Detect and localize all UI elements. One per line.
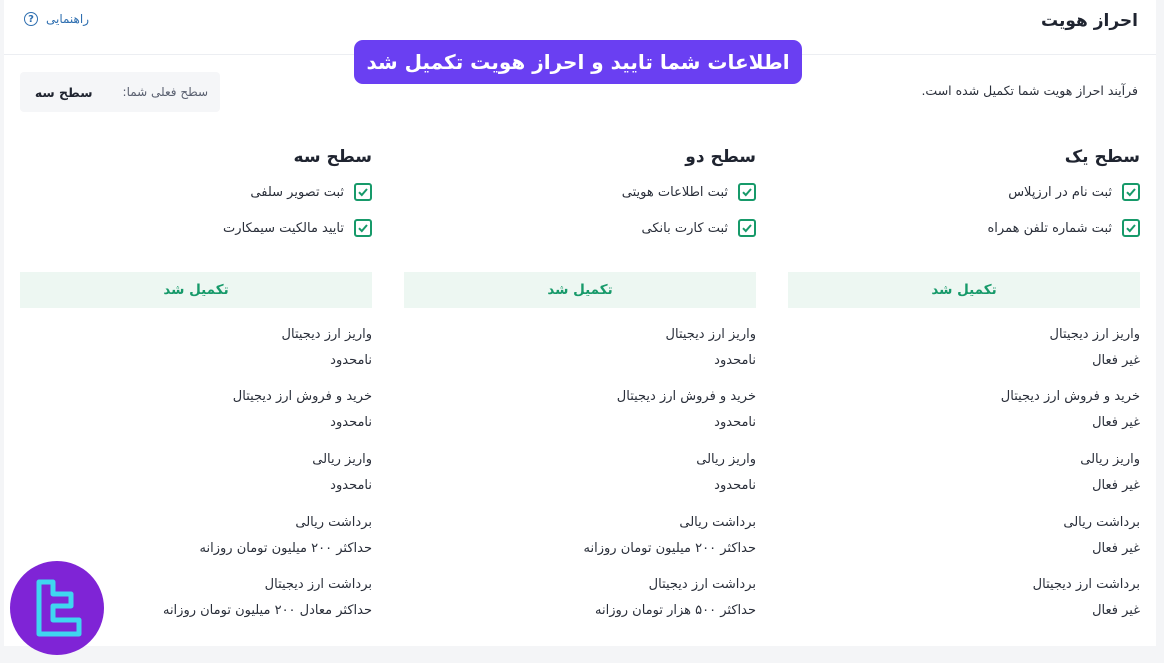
permission-value: غیر فعال [1092,478,1140,493]
level-title: سطح سه [293,147,372,167]
permission-value: نامحدود [330,415,372,430]
permission-label: واریز ریالی [312,452,372,467]
requirement-label: ثبت نام در ارزپلاس [1008,184,1112,200]
checkbox-checked-icon [1122,219,1140,237]
permission-label: برداشت ریالی [295,515,372,530]
permission-item: برداشت ریالی حداکثر ۲۰۰ میلیون تومان روز… [404,510,756,562]
completion-message: فرآیند احراز هویت شما تکمیل شده است. [921,83,1138,98]
permission-item: واریز ارز دیجیتال نامحدود [404,322,756,374]
permission-value: غیر فعال [1092,353,1140,368]
requirement-label: ثبت شماره تلفن همراه [987,220,1112,236]
permission-item: خرید و فروش ارز دیجیتال نامحدود [404,384,756,436]
permission-value: غیر فعال [1092,415,1140,430]
permission-item: واریز ریالی غیر فعال [788,447,1140,499]
permission-label: واریز ارز دیجیتال [665,327,756,342]
requirement-item: تایید مالکیت سیمکارت [20,210,372,246]
permission-label: واریز ریالی [696,452,756,467]
permission-label: واریز ارز دیجیتال [281,327,372,342]
permission-item: برداشت ریالی غیر فعال [788,510,1140,562]
requirement-item: ثبت شماره تلفن همراه [788,210,1140,246]
checkbox-checked-icon [354,219,372,237]
permission-label: برداشت ریالی [679,515,756,530]
requirement-label: ثبت کارت بانکی [641,220,728,236]
permission-value: نامحدود [714,415,756,430]
level-column-two: سطح دو ثبت اطلاعات هویتی ثبت کارت بانکی … [404,140,756,618]
page-title: احراز هویت [1040,11,1138,31]
permission-item: واریز ارز دیجیتال نامحدود [20,322,372,374]
permission-label: خرید و فروش ارز دیجیتال [616,389,756,404]
identity-verification-card: احراز هویت راهنمایی ? فرآیند احراز هویت … [4,0,1156,646]
checkbox-checked-icon [354,183,372,201]
requirement-item: ثبت کارت بانکی [404,210,756,246]
checkbox-checked-icon [738,183,756,201]
brand-logo-icon [10,561,104,655]
requirement-item: ثبت نام در ارزپلاس [788,174,1140,210]
requirement-item: ثبت اطلاعات هویتی [404,174,756,210]
permission-value: نامحدود [714,478,756,493]
permission-item: برداشت ارز دیجیتال حداکثر ۵۰۰ هزار تومان… [404,572,756,624]
permission-value: نامحدود [330,353,372,368]
help-link[interactable]: راهنمایی ? [24,12,89,26]
permission-value: حداکثر ۲۰۰ میلیون تومان روزانه [199,541,372,556]
level-status-badge: تکمیل شد [20,272,372,308]
permission-item: برداشت ارز دیجیتال غیر فعال [788,572,1140,624]
requirement-label: تایید مالکیت سیمکارت [223,220,344,236]
level-title: سطح دو [685,147,756,167]
permission-item: خرید و فروش ارز دیجیتال غیر فعال [788,384,1140,436]
requirement-label: ثبت تصویر سلفی [250,184,344,200]
checkbox-checked-icon [1122,183,1140,201]
permission-label: خرید و فروش ارز دیجیتال [1000,389,1140,404]
requirement-item: ثبت تصویر سلفی [20,174,372,210]
permission-label: برداشت ارز دیجیتال [648,577,756,592]
success-banner: اطلاعات شما تایید و احراز هویت تکمیل شد [354,40,802,84]
level-column-one: سطح یک ثبت نام در ارزپلاس ثبت شماره تلفن… [788,140,1140,618]
permission-label: برداشت ارز دیجیتال [1032,577,1140,592]
current-level-box: سطح فعلی شما: سطح سه [20,72,220,112]
level-status-badge: تکمیل شد [404,272,756,308]
permission-label: واریز ریالی [1080,452,1140,467]
requirement-label: ثبت اطلاعات هویتی [621,184,728,200]
permission-label: واریز ارز دیجیتال [1049,327,1140,342]
level-title: سطح یک [1064,147,1140,167]
permission-value: نامحدود [330,478,372,493]
level-column-three: سطح سه ثبت تصویر سلفی تایید مالکیت سیمکا… [20,140,372,618]
permission-label: خرید و فروش ارز دیجیتال [232,389,372,404]
permission-item: برداشت ریالی حداکثر ۲۰۰ میلیون تومان روز… [20,510,372,562]
permission-value: غیر فعال [1092,541,1140,556]
question-circle-icon[interactable]: ? [24,12,38,26]
permission-item: واریز ریالی نامحدود [404,447,756,499]
permission-value: حداکثر ۲۰۰ میلیون تومان روزانه [583,541,756,556]
permission-item: خرید و فروش ارز دیجیتال نامحدود [20,384,372,436]
current-level-value: سطح سه [34,84,93,100]
permission-item: واریز ریالی نامحدود [20,447,372,499]
current-level-label: سطح فعلی شما: [122,85,208,99]
permission-value: نامحدود [714,353,756,368]
permission-label: برداشت ریالی [1063,515,1140,530]
help-label[interactable]: راهنمایی [46,12,89,26]
level-status-badge: تکمیل شد [788,272,1140,308]
checkbox-checked-icon [738,219,756,237]
permission-value: حداکثر ۵۰۰ هزار تومان روزانه [595,603,756,618]
permission-value: غیر فعال [1092,603,1140,618]
permission-item: واریز ارز دیجیتال غیر فعال [788,322,1140,374]
